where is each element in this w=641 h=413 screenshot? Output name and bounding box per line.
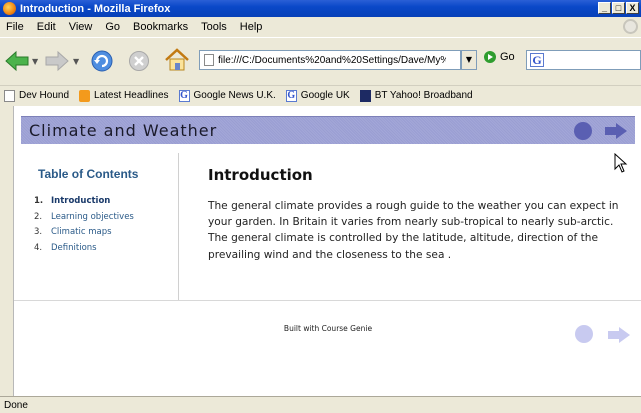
- google-icon: G: [285, 89, 297, 102]
- bookmark-bt-yahoo-broadband[interactable]: BT Yahoo! Broadband: [359, 89, 473, 102]
- page-heading: Introduction: [208, 166, 313, 184]
- bookmark-google-uk[interactable]: G Google UK: [285, 89, 350, 102]
- home-circle-button[interactable]: [574, 122, 592, 140]
- course-banner: Climate and Weather: [21, 116, 635, 144]
- menu-file[interactable]: File: [0, 21, 31, 33]
- toc-item-label[interactable]: Definitions: [51, 243, 97, 259]
- bookmark-latest-headlines[interactable]: Latest Headlines: [79, 89, 169, 102]
- reload-icon[interactable]: [90, 49, 114, 73]
- status-bar: Done: [0, 396, 641, 413]
- close-button[interactable]: X: [626, 2, 639, 14]
- footer-divider: [14, 300, 641, 301]
- go-label: Go: [500, 51, 515, 63]
- home-icon[interactable]: [164, 48, 190, 72]
- bt-icon: [359, 89, 371, 102]
- window-title-bar: Introduction - Mozilla Firefox _ □ X: [0, 0, 641, 17]
- google-icon: G: [178, 89, 190, 102]
- menu-go[interactable]: Go: [99, 21, 127, 33]
- menu-help[interactable]: Help: [234, 21, 270, 33]
- menu-bar: File Edit View Go Bookmarks Tools Help: [0, 17, 641, 37]
- bookmark-label: BT Yahoo! Broadband: [374, 90, 473, 101]
- google-search-icon[interactable]: G: [530, 53, 544, 67]
- menu-bookmarks[interactable]: Bookmarks: [127, 21, 195, 33]
- menu-edit[interactable]: Edit: [31, 21, 63, 33]
- toc-item-number: 2.: [34, 211, 43, 222]
- toc-item-number: 1.: [34, 196, 44, 206]
- toc-item-introduction[interactable]: 1. Introduction: [34, 196, 134, 212]
- forward-dropdown-icon[interactable]: ▼: [73, 57, 79, 66]
- next-arrow-icon[interactable]: [605, 123, 627, 139]
- firefox-logo-icon: [3, 2, 16, 15]
- toc-item-label[interactable]: Introduction: [51, 196, 110, 212]
- toc-item-number: 4.: [34, 242, 43, 253]
- body-paragraph: The general climate provides a rough gui…: [208, 200, 619, 261]
- bookmarks-toolbar: Dev Hound Latest Headlines G Google News…: [0, 85, 641, 105]
- main-content: Introduction The general climate provide…: [208, 166, 628, 263]
- footer-home-circle-button[interactable]: [575, 325, 593, 343]
- footer-next-arrow-icon[interactable]: [608, 327, 630, 343]
- bookmark-label: Dev Hound: [19, 90, 70, 101]
- address-dropdown-button[interactable]: ▼: [461, 50, 477, 70]
- toc-item-number: 3.: [34, 227, 43, 237]
- throbber-icon: [623, 19, 638, 34]
- page-viewport: Climate and Weather Table of Contents 1.…: [13, 106, 641, 396]
- bookmark-label: Google UK: [300, 90, 350, 101]
- mouse-cursor-icon: [614, 153, 628, 173]
- address-text[interactable]: file:///C:/Documents%20and%20Settings/Da…: [218, 55, 446, 66]
- toc-list: 1. Introduction 2. Learning objectives 3…: [34, 196, 134, 258]
- bookmark-label: Latest Headlines: [94, 90, 169, 101]
- window-title: Introduction - Mozilla Firefox: [20, 2, 171, 15]
- page-icon: [4, 89, 15, 102]
- navigation-toolbar: ▼ ▼ file:///C:/Documents%20and%20Setting…: [0, 37, 641, 85]
- menu-tools[interactable]: Tools: [195, 21, 234, 33]
- table-of-contents: Table of Contents 1. Introduction 2. Lea…: [14, 153, 179, 300]
- back-arrow-icon[interactable]: [4, 50, 30, 72]
- go-button[interactable]: Go: [484, 51, 515, 63]
- window-controls: _ □ X: [597, 2, 639, 14]
- toc-item-definitions[interactable]: 4. Definitions: [34, 243, 134, 259]
- forward-arrow-icon[interactable]: [44, 50, 70, 72]
- rss-icon: [79, 89, 91, 102]
- toc-item-climatic-maps[interactable]: 3. Climatic maps: [34, 227, 134, 243]
- toc-item-learning-objectives[interactable]: 2. Learning objectives: [34, 212, 134, 228]
- stop-icon[interactable]: [128, 50, 150, 72]
- toc-item-label[interactable]: Climatic maps: [51, 227, 112, 243]
- go-arrow-icon: [484, 51, 496, 63]
- status-text: Done: [4, 399, 28, 411]
- toc-item-label[interactable]: Learning objectives: [51, 212, 134, 228]
- page-icon: [204, 54, 214, 66]
- bookmark-google-news-uk[interactable]: G Google News U.K.: [178, 89, 276, 102]
- banner-title: Climate and Weather: [29, 121, 218, 140]
- maximize-button[interactable]: □: [612, 2, 625, 14]
- bookmark-label: Google News U.K.: [193, 90, 276, 101]
- bookmark-dev-hound[interactable]: Dev Hound: [4, 89, 70, 102]
- back-dropdown-icon[interactable]: ▼: [32, 57, 38, 66]
- minimize-button[interactable]: _: [598, 2, 611, 14]
- search-box[interactable]: G: [526, 50, 641, 70]
- menu-view[interactable]: View: [63, 21, 100, 33]
- footer-credit: Built with Course Genie: [283, 324, 373, 333]
- address-bar[interactable]: file:///C:/Documents%20and%20Settings/Da…: [199, 50, 461, 70]
- toc-title: Table of Contents: [38, 167, 139, 181]
